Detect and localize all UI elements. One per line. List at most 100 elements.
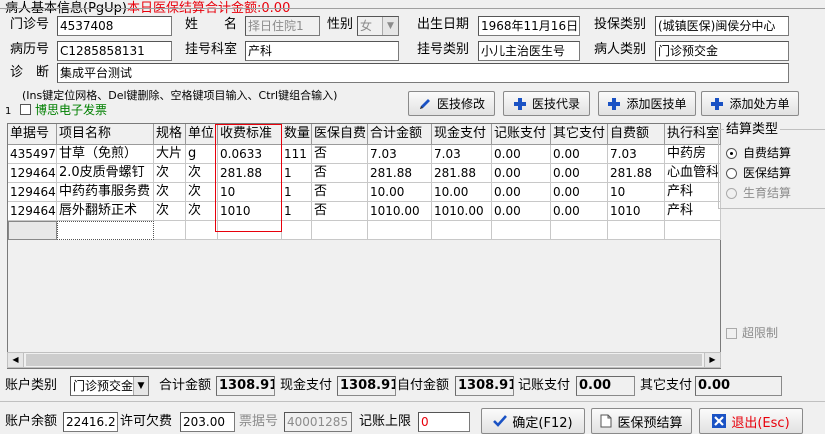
- col-header[interactable]: 单位: [186, 124, 218, 145]
- exit-button[interactable]: 退出(Esc): [699, 408, 803, 434]
- table-cell[interactable]: 10.00: [368, 183, 432, 202]
- table-cell[interactable]: 次: [154, 164, 186, 183]
- table-cell[interactable]: 次: [186, 202, 218, 221]
- new-row-cell[interactable]: [432, 221, 492, 240]
- insurance-pre-settle-button[interactable]: 医保预结算: [591, 408, 692, 434]
- table-cell[interactable]: 中药药事服务费: [57, 183, 154, 202]
- table-cell[interactable]: 0.00: [551, 202, 608, 221]
- table-cell[interactable]: 中药房: [665, 145, 721, 164]
- new-row-cell[interactable]: [368, 221, 432, 240]
- table-cell[interactable]: 甘草（免煎）: [57, 145, 154, 164]
- name-field[interactable]: 择日住院1: [245, 16, 320, 36]
- table-cell[interactable]: 0.00: [492, 164, 551, 183]
- table-cell[interactable]: 1010: [608, 202, 665, 221]
- col-header[interactable]: 记账支付: [492, 124, 551, 145]
- balance-field[interactable]: 22416.2: [63, 412, 118, 432]
- company-checkbox[interactable]: [20, 104, 31, 115]
- new-row-cell[interactable]: [608, 221, 665, 240]
- col-header[interactable]: 现金支付: [432, 124, 492, 145]
- account-type-select[interactable]: 门诊预交金 ▼: [70, 376, 149, 396]
- owe-field[interactable]: 203.00: [180, 412, 235, 432]
- insurance-type-field[interactable]: (城镇医保)闽侯分中心: [655, 16, 789, 36]
- patient-type-field[interactable]: 门诊预交金: [655, 41, 789, 61]
- table-cell[interactable]: 1010.00: [432, 202, 492, 221]
- col-header[interactable]: 其它支付: [551, 124, 608, 145]
- clinic-no-field[interactable]: 4537408: [57, 16, 172, 36]
- table-cell[interactable]: 次: [154, 202, 186, 221]
- table-cell[interactable]: 唇外翻矫正术: [57, 202, 154, 221]
- add-prescription-button[interactable]: 添加处方单: [701, 91, 799, 116]
- checkbox-icon[interactable]: [726, 327, 737, 339]
- radio-maternity[interactable]: 生育结算: [726, 184, 791, 202]
- table-cell[interactable]: 1: [282, 202, 312, 221]
- chevron-down-icon[interactable]: ▼: [133, 377, 148, 395]
- table-cell[interactable]: 大片: [154, 145, 186, 164]
- table-cell[interactable]: 心血管科: [665, 164, 721, 183]
- table-cell[interactable]: 10.00: [432, 183, 492, 202]
- ticket-field[interactable]: 40001285: [284, 412, 352, 432]
- table-cell[interactable]: 1294648: [8, 183, 57, 202]
- table-cell[interactable]: 次: [186, 183, 218, 202]
- new-row-cell[interactable]: [154, 221, 186, 240]
- table-cell[interactable]: 1: [282, 183, 312, 202]
- table-cell[interactable]: 4354974: [8, 145, 57, 164]
- new-row-cell[interactable]: [551, 221, 608, 240]
- items-grid[interactable]: 单据号 项目名称 规格 单位 收费标准 数量 医保自费 合计金额 现金支付 记账…: [7, 123, 721, 369]
- diagnosis-field[interactable]: 集成平台测试: [57, 63, 789, 83]
- col-header[interactable]: 自费额: [608, 124, 665, 145]
- table-cell[interactable]: 281.88: [608, 164, 665, 183]
- table-cell[interactable]: 1010.00: [368, 202, 432, 221]
- credit-limit-field[interactable]: 0: [418, 412, 470, 432]
- grid-scrollbar[interactable]: ◀ ▶: [7, 352, 721, 368]
- new-row-cell[interactable]: [186, 221, 218, 240]
- table-cell[interactable]: 2.0皮质骨螺钉: [57, 164, 154, 183]
- table-cell[interactable]: 否: [312, 202, 368, 221]
- table-cell[interactable]: 281.88: [368, 164, 432, 183]
- radio-icon[interactable]: [726, 187, 737, 199]
- radio-checked-icon[interactable]: [726, 147, 737, 159]
- col-header[interactable]: 项目名称: [57, 124, 154, 145]
- table-cell[interactable]: 7.03: [368, 145, 432, 164]
- table-cell[interactable]: 281.88: [432, 164, 492, 183]
- col-header[interactable]: 规格: [154, 124, 186, 145]
- col-header[interactable]: 医保自费: [312, 124, 368, 145]
- add-exam-button[interactable]: 添加医技单: [598, 91, 696, 116]
- table-cell[interactable]: 次: [186, 164, 218, 183]
- new-row-cell[interactable]: [665, 221, 721, 240]
- col-header[interactable]: 单据号: [8, 124, 57, 145]
- table-cell[interactable]: 111: [282, 145, 312, 164]
- table-cell[interactable]: 1: [282, 164, 312, 183]
- birth-field[interactable]: 1968年11月16日: [478, 16, 580, 36]
- confirm-button[interactable]: 确定(F12): [481, 408, 585, 434]
- col-header[interactable]: 数量: [282, 124, 312, 145]
- radio-self-pay[interactable]: 自费结算: [726, 144, 791, 162]
- table-cell[interactable]: g: [186, 145, 218, 164]
- overlimit-checkbox[interactable]: 超限制: [726, 324, 778, 342]
- table-cell[interactable]: 0.00: [492, 145, 551, 164]
- table-cell[interactable]: 次: [154, 183, 186, 202]
- table-cell[interactable]: 否: [312, 183, 368, 202]
- table-cell[interactable]: 10: [608, 183, 665, 202]
- table-cell[interactable]: 0.00: [551, 164, 608, 183]
- reg-type-field[interactable]: 小儿主治医生号: [478, 41, 580, 61]
- table-cell[interactable]: 1294648: [8, 202, 57, 221]
- new-row-cell[interactable]: [492, 221, 551, 240]
- radio-insurance[interactable]: 医保结算: [726, 164, 791, 182]
- table-cell[interactable]: 产科: [665, 183, 721, 202]
- new-row-cell[interactable]: [8, 221, 57, 240]
- col-header[interactable]: 合计金额: [368, 124, 432, 145]
- scroll-right-icon[interactable]: ▶: [704, 353, 720, 367]
- table-cell[interactable]: 否: [312, 164, 368, 183]
- table-cell[interactable]: 0.00: [492, 183, 551, 202]
- new-row-cell[interactable]: [282, 221, 312, 240]
- dept-field[interactable]: 产科: [245, 41, 399, 61]
- col-header[interactable]: 执行科室: [665, 124, 721, 145]
- scrollbar-thumb[interactable]: [26, 354, 702, 366]
- new-row-cell[interactable]: [312, 221, 368, 240]
- chevron-down-icon[interactable]: ▼: [382, 17, 398, 35]
- table-cell[interactable]: 产科: [665, 202, 721, 221]
- radio-icon[interactable]: [726, 167, 737, 179]
- table-cell[interactable]: 0.00: [492, 202, 551, 221]
- record-no-field[interactable]: C1285858131: [57, 41, 172, 61]
- table-cell[interactable]: 1294647: [8, 164, 57, 183]
